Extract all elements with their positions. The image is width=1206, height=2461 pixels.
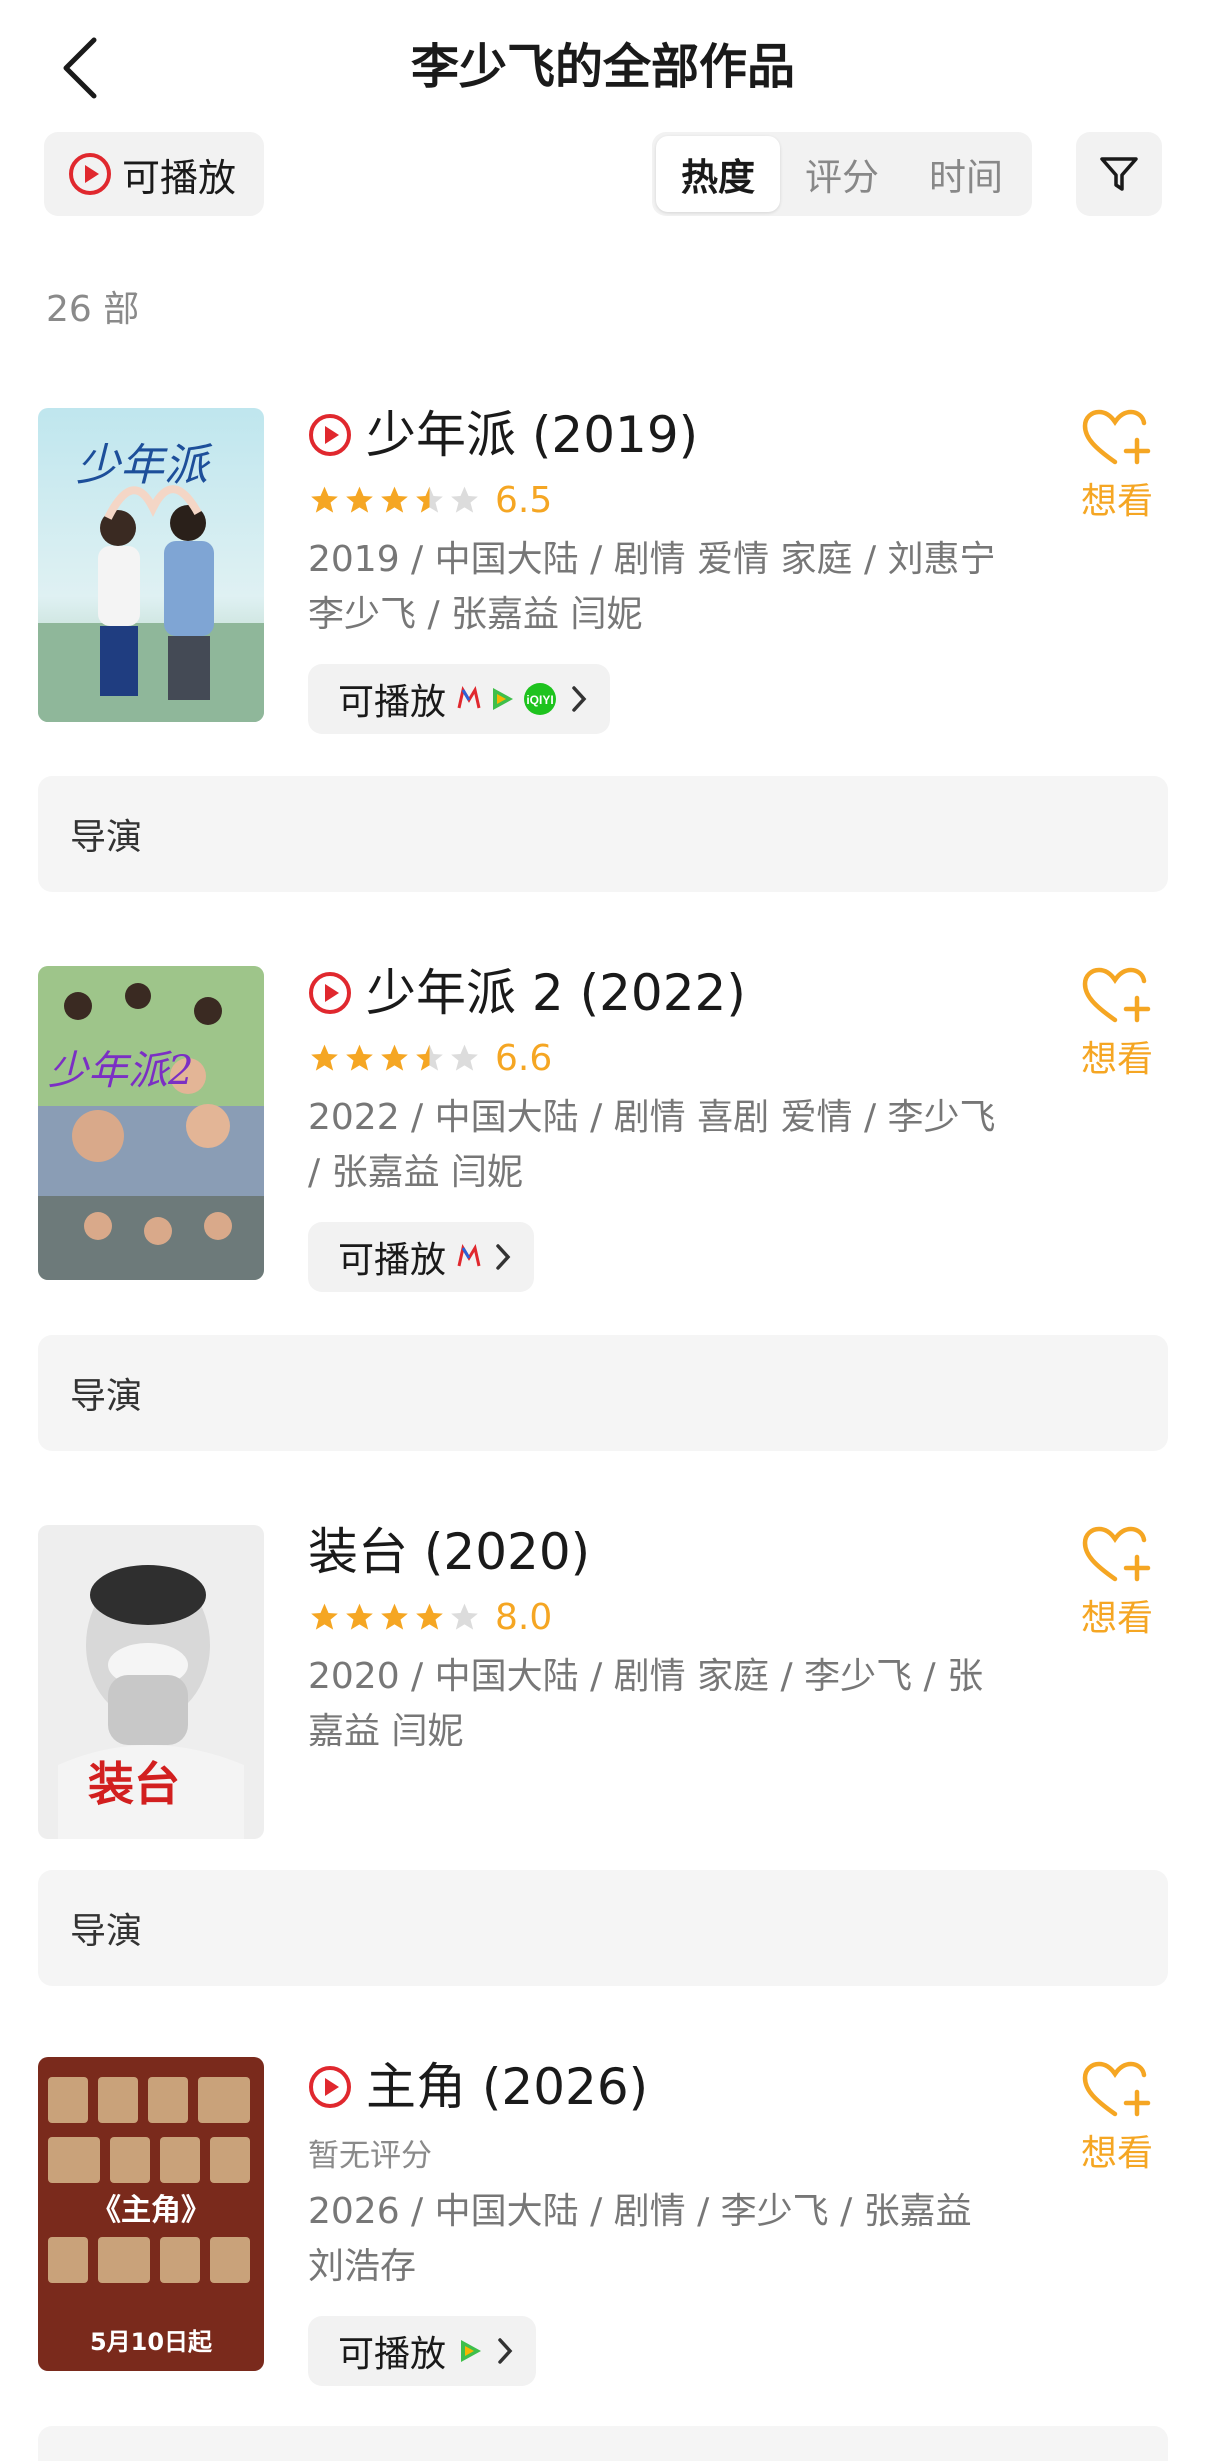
movie-title[interactable]: 主角 (2026)	[366, 2052, 648, 2122]
playable-platforms-button[interactable]: 可播放	[308, 2316, 537, 2386]
want-to-watch-label: 想看	[1080, 481, 1153, 522]
half-star-icon	[416, 1044, 443, 1071]
star-icon	[416, 1603, 443, 1630]
no-rating-label: 暂无评分	[308, 2137, 432, 2174]
want-to-watch-label: 想看	[1080, 2133, 1153, 2174]
playable-label: 可播放	[338, 1240, 447, 1281]
poster-image[interactable]: 《主角》 5月10日起	[38, 2057, 264, 2371]
star-rating	[308, 1601, 481, 1633]
iqiyi-logo: iQIYI	[524, 683, 557, 715]
chevron-right-icon	[498, 2338, 513, 2364]
svg-text:少年派: 少年派	[76, 440, 213, 491]
playable-platforms-button[interactable]: 可播放 iQIYI	[308, 664, 611, 734]
movie-meta: 2022 / 中国大陆 / 剧情 喜剧 爱情 / 李少飞 / 张嘉益 闫妮	[308, 1097, 996, 1193]
star-icon	[346, 486, 373, 513]
poster-date: 5月10日起	[90, 2328, 213, 2356]
tencent-video-logo	[461, 2340, 482, 2362]
role-label: 导演	[38, 1335, 1168, 1451]
star-icon	[346, 1044, 373, 1071]
empty-star-icon	[451, 1044, 478, 1071]
movie-item[interactable]: 装台 装台 (2020) 8.0 2020 / 中国大陆 / 剧情 家庭 / 李…	[0, 1517, 1206, 1847]
want-to-watch-button[interactable]: 想看	[1072, 2060, 1162, 2176]
movie-meta: 2019 / 中国大陆 / 剧情 爱情 家庭 / 刘惠宁 李少飞 / 张嘉益 闫…	[308, 539, 996, 635]
star-rating	[308, 484, 481, 516]
svg-text:装台: 装台	[88, 1757, 180, 1811]
want-to-watch-button[interactable]: 想看	[1072, 1525, 1162, 1641]
star-icon	[381, 1603, 408, 1630]
role-label: 导演	[38, 1870, 1168, 1986]
poster-image[interactable]: 装台	[38, 1525, 264, 1839]
movie-title[interactable]: 少年派 (2019)	[366, 400, 698, 470]
movie-title[interactable]: 装台 (2020)	[308, 1517, 590, 1587]
mango-tv-logo	[457, 686, 481, 709]
chevron-right-icon	[572, 686, 587, 712]
star-icon	[381, 486, 408, 513]
heart-plus-icon	[1082, 1526, 1151, 1582]
playable-label: 可播放	[338, 2334, 447, 2375]
want-to-watch-button[interactable]: 想看	[1072, 408, 1162, 524]
svg-text:少年派2: 少年派2	[48, 1048, 193, 1094]
playable-filter-button[interactable]: 可播放	[44, 132, 264, 216]
sort-tab-rating[interactable]: 评分	[780, 136, 904, 212]
playable-label: 可播放	[338, 682, 447, 723]
rating-score: 8.0	[495, 1596, 553, 1638]
poster-title: 《主角》	[91, 2193, 211, 2228]
filter-button[interactable]	[1076, 132, 1162, 216]
play-circle-icon	[309, 2066, 351, 2108]
want-to-watch-button[interactable]: 想看	[1072, 966, 1162, 1082]
heart-plus-icon	[1082, 2061, 1151, 2117]
movie-info: 少年派 (2019) 6.5 2019 / 中国大陆 / 剧情 爱情 家庭 / …	[308, 400, 1008, 734]
heart-plus-icon	[1082, 409, 1151, 465]
poster-image[interactable]: 少年派2	[38, 966, 264, 1280]
movie-item[interactable]: 《主角》 5月10日起 主角 (2026) 暂无评分 2026 / 中国大陆 /…	[0, 2052, 1206, 2461]
sort-tab-time[interactable]: 时间	[904, 136, 1028, 212]
star-icon	[346, 1603, 373, 1630]
want-to-watch-label: 想看	[1080, 1039, 1153, 1080]
star-icon	[311, 1044, 338, 1071]
movie-info: 主角 (2026) 暂无评分 2026 / 中国大陆 / 剧情 / 李少飞 / …	[308, 2052, 1008, 2386]
movie-meta: 2026 / 中国大陆 / 剧情 / 李少飞 / 张嘉益 刘浩存	[308, 2191, 972, 2287]
play-circle-icon	[309, 414, 351, 456]
star-icon	[311, 486, 338, 513]
poster-image[interactable]: 少年派	[38, 408, 264, 722]
play-circle-icon	[69, 153, 111, 195]
movie-item[interactable]: 少年派2 少年派 2 (2022) 6.6 2022 / 中国大陆 / 剧情 喜…	[0, 958, 1206, 1358]
empty-star-icon	[451, 1603, 478, 1630]
empty-star-icon	[451, 486, 478, 513]
role-label-partial	[38, 2426, 1168, 2461]
playable-filter-label: 可播放	[122, 155, 237, 200]
movie-info: 少年派 2 (2022) 6.6 2022 / 中国大陆 / 剧情 喜剧 爱情 …	[308, 958, 1008, 1292]
star-icon	[311, 1603, 338, 1630]
half-star-icon	[416, 486, 443, 513]
works-page: 李少飞的全部作品 可播放 热度 评分 时间 26 部 少年派 少年派 (2019…	[0, 0, 1206, 2461]
role-label: 导演	[38, 776, 1168, 892]
heart-plus-icon	[1082, 967, 1151, 1023]
rating-score: 6.6	[495, 1037, 553, 1079]
page-title: 李少飞的全部作品	[410, 39, 795, 95]
rating-score: 6.5	[495, 479, 553, 521]
movie-title[interactable]: 少年派 2 (2022)	[366, 958, 746, 1028]
star-rating	[308, 1042, 481, 1074]
movie-info: 装台 (2020) 8.0 2020 / 中国大陆 / 剧情 家庭 / 李少飞 …	[308, 1517, 1008, 1759]
star-icon	[381, 1044, 408, 1071]
chevron-right-icon	[496, 1244, 511, 1270]
tencent-video-logo	[493, 688, 514, 710]
mango-tv-logo	[457, 1244, 481, 1267]
filter-funnel-icon	[1100, 157, 1138, 191]
want-to-watch-label: 想看	[1080, 1598, 1153, 1639]
works-count: 26 部	[46, 289, 140, 330]
sort-tabs: 热度 评分 时间	[652, 132, 1032, 216]
svg-text:iQIYI: iQIYI	[526, 693, 553, 707]
movie-meta: 2020 / 中国大陆 / 剧情 家庭 / 李少飞 / 张嘉益 闫妮	[308, 1656, 984, 1752]
play-circle-icon	[309, 972, 351, 1014]
playable-platforms-button[interactable]: 可播放	[308, 1222, 535, 1292]
sort-tab-popularity[interactable]: 热度	[656, 136, 780, 212]
